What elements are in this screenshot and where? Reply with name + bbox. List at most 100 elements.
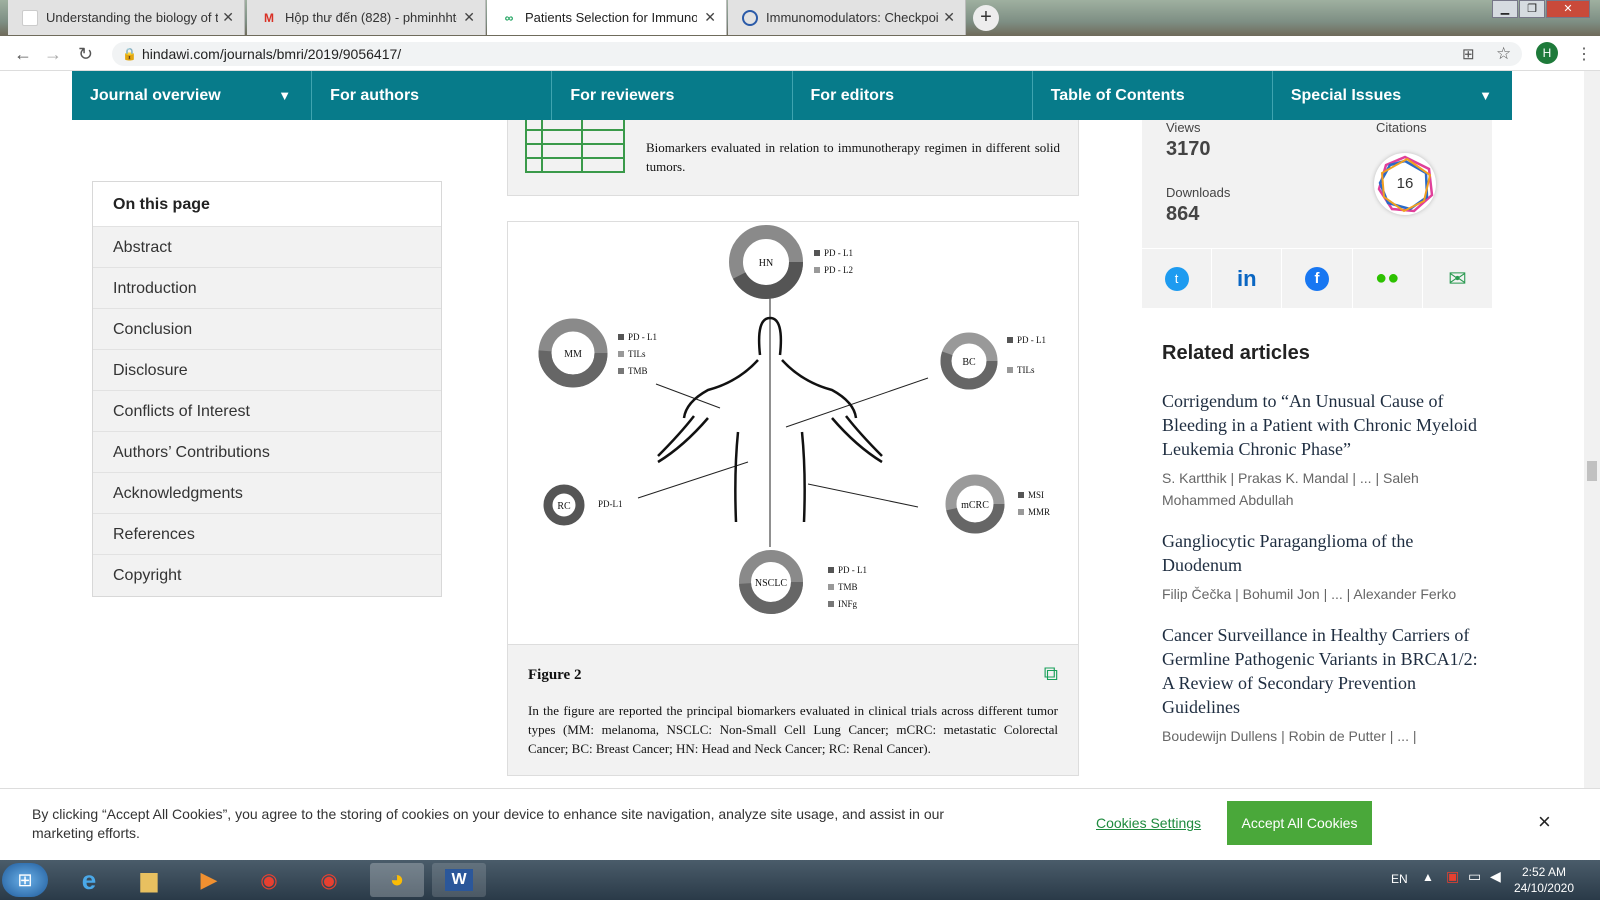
sidebar-item-disclosure[interactable]: Disclosure: [93, 350, 441, 391]
share-wechat[interactable]: ●●: [1352, 248, 1423, 308]
gmail-icon: M: [264, 10, 274, 25]
nav-journal-overview[interactable]: Journal overview ▼: [72, 71, 313, 120]
node-label-nsclc: NSCLC: [755, 578, 788, 589]
cookies-settings-link[interactable]: Cookies Settings: [1096, 815, 1201, 831]
twitter-icon: t: [1164, 266, 1189, 291]
close-icon[interactable]: ✕: [222, 9, 234, 26]
url-field[interactable]: 🔒 hindawi.com/journals/bmri/2019/9056417…: [112, 42, 1522, 66]
media-player-icon[interactable]: ▶: [182, 863, 236, 897]
close-icon[interactable]: ×: [1538, 809, 1551, 835]
minimize-button[interactable]: ▁: [1492, 0, 1518, 18]
downloads-value: 864: [1166, 203, 1200, 225]
table-preview[interactable]: Biomarkers evaluated in relation to immu…: [507, 120, 1079, 196]
related-article-title[interactable]: Corrigendum to “An Unusual Cause of Blee…: [1162, 389, 1482, 461]
related-article-authors: Filip Čečka | Bohumil Jon | ... | Alexan…: [1162, 586, 1457, 602]
sidebar-item-contributions[interactable]: Authors’ Contributions: [93, 432, 441, 473]
accept-cookies-button[interactable]: Accept All Cookies: [1227, 801, 1372, 845]
legend-mm-1: PD - L1: [628, 332, 657, 342]
language-indicator[interactable]: EN: [1391, 872, 1408, 886]
clock-date: 24/10/2020: [1513, 881, 1574, 895]
profile-avatar[interactable]: H: [1536, 42, 1558, 64]
page-scrollbar[interactable]: [1584, 71, 1600, 860]
browser-tab-strip: Understanding the biology of trip ✕ M Hộ…: [0, 0, 1600, 36]
tray-expand-icon[interactable]: ▲: [1422, 870, 1434, 884]
maximize-button[interactable]: ❐: [1519, 0, 1545, 18]
tab-title: Hộp thư đến (828) - phminhhtqt: [285, 10, 457, 25]
word-icon[interactable]: W: [432, 863, 486, 897]
network-icon[interactable]: ▣: [1446, 868, 1459, 885]
related-article[interactable]: Gangliocytic Paraganglioma of the Duoden…: [1162, 529, 1482, 605]
node-label-bc: BC: [962, 357, 976, 368]
ie-icon[interactable]: e: [62, 863, 116, 897]
nav-for-editors[interactable]: For editors: [793, 71, 1033, 120]
sidebar-item-abstract[interactable]: Abstract: [93, 227, 441, 268]
citations-badge[interactable]: 16: [1374, 153, 1436, 215]
app-icon[interactable]: ◉: [302, 863, 356, 897]
open-external-icon[interactable]: ⧉: [1044, 663, 1058, 686]
browser-tab[interactable]: Immunomodulators: Checkpoint ✕: [728, 0, 966, 35]
article-metrics: Views 3170 Downloads 864 Citations 16: [1142, 120, 1492, 248]
panel-title: On this page: [93, 182, 441, 227]
sidebar-item-copyright[interactable]: Copyright: [93, 555, 441, 596]
new-tab-button[interactable]: +: [973, 5, 999, 31]
legend-mm-2: TILs: [628, 349, 646, 359]
legend-mcrc-1: MSI: [1028, 490, 1044, 500]
sidebar-item-references[interactable]: References: [93, 514, 441, 555]
table-icon: [525, 120, 625, 173]
chrome-icon[interactable]: ◕: [370, 863, 424, 897]
browser-tab[interactable]: Understanding the biology of trip ✕: [8, 0, 245, 35]
cookie-text: By clicking “Accept All Cookies”, you ag…: [32, 806, 945, 841]
menu-icon[interactable]: ⋮: [1576, 44, 1592, 64]
star-icon[interactable]: ☆: [1496, 44, 1511, 64]
monitor-icon[interactable]: ▭: [1468, 868, 1481, 885]
browser-tab[interactable]: M Hộp thư đến (828) - phminhhtqt ✕: [247, 0, 486, 35]
start-button[interactable]: ⊞: [2, 863, 48, 897]
views-value: 3170: [1166, 138, 1211, 160]
scrollbar-thumb[interactable]: [1587, 461, 1597, 481]
legend-rc-1: PD-L1: [598, 499, 623, 509]
legend-bc-1: PD - L1: [1017, 335, 1046, 345]
citations-label: Citations: [1376, 120, 1427, 135]
nav-label: For authors: [330, 87, 420, 104]
forward-icon[interactable]: →: [44, 44, 62, 65]
table-caption: Biomarkers evaluated in relation to immu…: [646, 140, 1060, 174]
nav-for-authors[interactable]: For authors: [312, 71, 553, 120]
close-icon[interactable]: ✕: [463, 9, 475, 26]
related-article-title[interactable]: Gangliocytic Paraganglioma of the Duoden…: [1162, 529, 1482, 577]
related-article[interactable]: Cancer Surveillance in Healthy Carriers …: [1162, 623, 1482, 747]
back-icon[interactable]: ←: [14, 44, 32, 65]
node-label-hn: HN: [759, 258, 773, 269]
share-facebook[interactable]: f: [1282, 248, 1353, 308]
translate-icon[interactable]: ⊞: [1462, 45, 1475, 63]
legend-mm-3: TMB: [628, 366, 648, 376]
sidebar-item-introduction[interactable]: Introduction: [93, 268, 441, 309]
nav-label: For reviewers: [570, 87, 675, 104]
volume-icon[interactable]: ◀: [1490, 868, 1501, 885]
app-icon[interactable]: ◉: [242, 863, 296, 897]
related-article-title[interactable]: Cancer Surveillance in Healthy Carriers …: [1162, 623, 1482, 719]
nav-label: Journal overview: [90, 87, 221, 104]
clock[interactable]: 2:52 AM 24/10/2020: [1514, 864, 1574, 896]
reload-icon[interactable]: ↻: [78, 44, 93, 65]
nav-special-issues[interactable]: Special Issues ▼: [1273, 71, 1512, 120]
share-linkedin[interactable]: in: [1212, 248, 1283, 308]
nav-for-reviewers[interactable]: For reviewers: [552, 71, 793, 120]
explorer-icon[interactable]: ▆: [122, 863, 176, 897]
biomarker-diagram: HN MM BC RC mCRC NSCLC PD - L1 PD - L2 P…: [538, 225, 1050, 614]
close-icon[interactable]: ✕: [943, 9, 955, 26]
mail-icon: ✉: [1448, 265, 1467, 291]
close-icon[interactable]: ✕: [704, 9, 716, 26]
hindawi-icon: ∞: [504, 10, 514, 25]
page-icon: [22, 9, 38, 26]
related-article[interactable]: Corrigendum to “An Unusual Cause of Blee…: [1162, 389, 1482, 511]
share-twitter[interactable]: t: [1142, 248, 1213, 308]
sidebar-item-acknowledgments[interactable]: Acknowledgments: [93, 473, 441, 514]
browser-tab-active[interactable]: ∞ Patients Selection for Immunothe ✕: [487, 0, 727, 35]
figure-2[interactable]: HN MM BC RC mCRC NSCLC PD - L1 PD - L2 P…: [507, 221, 1079, 776]
sidebar-item-conclusion[interactable]: Conclusion: [93, 309, 441, 350]
nav-table-of-contents[interactable]: Table of Contents: [1033, 71, 1273, 120]
sidebar-item-conflicts[interactable]: Conflicts of Interest: [93, 391, 441, 432]
node-label-rc: RC: [557, 501, 571, 512]
close-window-button[interactable]: ✕: [1546, 0, 1590, 18]
share-email[interactable]: ✉: [1422, 248, 1493, 308]
